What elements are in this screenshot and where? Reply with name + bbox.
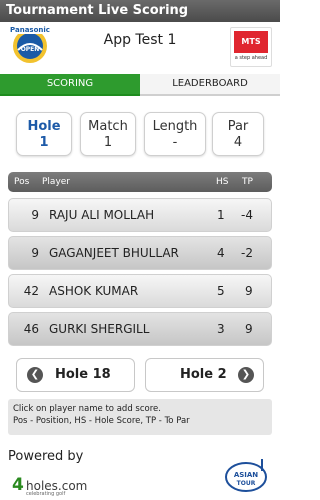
match-stat: Match 1 <box>80 112 136 156</box>
row-hs: 4 <box>217 246 225 260</box>
par-stat: Par 4 <box>212 112 264 156</box>
asian-tour-logo: ASIAN TOUR <box>225 459 267 492</box>
player-name[interactable]: RAJU ALI MOLLAH <box>49 208 154 222</box>
match-label: Match <box>88 119 128 134</box>
hole-value: 1 <box>39 135 49 150</box>
prev-hole-label: Hole 18 <box>55 367 111 382</box>
mts-logo-text: MTS <box>234 31 268 53</box>
next-hole-button[interactable]: Hole 2 ❯ <box>145 358 264 392</box>
length-label: Length <box>152 119 198 134</box>
row-tp: 9 <box>245 322 253 336</box>
hole-stat: Hole 1 <box>16 112 72 156</box>
col-player: Player <box>42 177 71 187</box>
table-row[interactable]: 9 GAGANJEET BHULLAR 4 -2 <box>8 236 272 270</box>
player-name[interactable]: ASHOK KUMAR <box>49 284 138 298</box>
next-hole-label: Hole 2 <box>180 367 227 382</box>
chevron-left-icon: ❮ <box>27 367 43 383</box>
tab-bar: SCORING LEADERBOARD <box>0 74 280 96</box>
row-pos: 9 <box>31 246 39 260</box>
col-tp: TP <box>242 177 253 187</box>
mts-logo-tagline: a step ahead <box>234 55 268 61</box>
hole-info: Hole 1 Match 1 Length - Par 4 <box>16 112 266 156</box>
length-value: - <box>172 135 178 150</box>
app-title-bar: Tournament Live Scoring <box>0 0 280 22</box>
chevron-right-icon: ❯ <box>238 367 254 383</box>
table-row[interactable]: 42 ASHOK KUMAR 5 9 <box>8 274 272 308</box>
mts-logo: MTS a step ahead <box>230 27 272 67</box>
par-value: 4 <box>233 135 243 150</box>
row-tp: 9 <box>245 284 253 298</box>
svg-text:TOUR: TOUR <box>237 480 256 487</box>
row-pos: 46 <box>23 322 39 336</box>
row-pos: 42 <box>23 284 39 298</box>
help-line-2: Pos - Position, HS - Hole Score, TP - To… <box>13 416 190 426</box>
col-pos: Pos <box>14 177 30 187</box>
app-title: Tournament Live Scoring <box>6 3 189 18</box>
row-hs: 5 <box>217 284 225 298</box>
length-stat: Length - <box>144 112 206 156</box>
row-tp: -2 <box>241 246 253 260</box>
row-tp: -4 <box>241 208 253 222</box>
help-text: Click on player name to add score. Pos -… <box>8 399 272 435</box>
header: Panasonic OPEN App Test 1 MTS a step ahe… <box>0 22 280 72</box>
match-value: 1 <box>103 135 113 150</box>
row-pos: 9 <box>31 208 39 222</box>
leaderboard-header: Pos Player HS TP <box>8 172 272 192</box>
par-label: Par <box>227 119 249 134</box>
svg-text:ASIAN: ASIAN <box>234 471 258 479</box>
hole-label: Hole <box>27 119 61 134</box>
tab-scoring[interactable]: SCORING <box>0 74 140 96</box>
player-name[interactable]: GAGANJEET BHULLAR <box>49 246 179 260</box>
prev-hole-button[interactable]: ❮ Hole 18 <box>16 358 135 392</box>
col-hs: HS <box>216 177 229 187</box>
table-row[interactable]: 46 GURKI SHERGILL 3 9 <box>8 312 272 346</box>
tab-leaderboard[interactable]: LEADERBOARD <box>140 74 280 96</box>
help-line-1: Click on player name to add score. <box>13 404 161 414</box>
4holes-logo-tagline: celebrating golf <box>26 491 66 497</box>
table-row[interactable]: 9 RAJU ALI MOLLAH 1 -4 <box>8 198 272 232</box>
player-name[interactable]: GURKI SHERGILL <box>49 322 149 336</box>
4holes-logo-number: 4 <box>12 475 24 495</box>
4holes-logo: 4 holes.com celebrating golf <box>12 469 92 497</box>
row-hs: 3 <box>217 322 225 336</box>
powered-by: Powered by <box>8 449 84 464</box>
row-hs: 1 <box>217 208 225 222</box>
